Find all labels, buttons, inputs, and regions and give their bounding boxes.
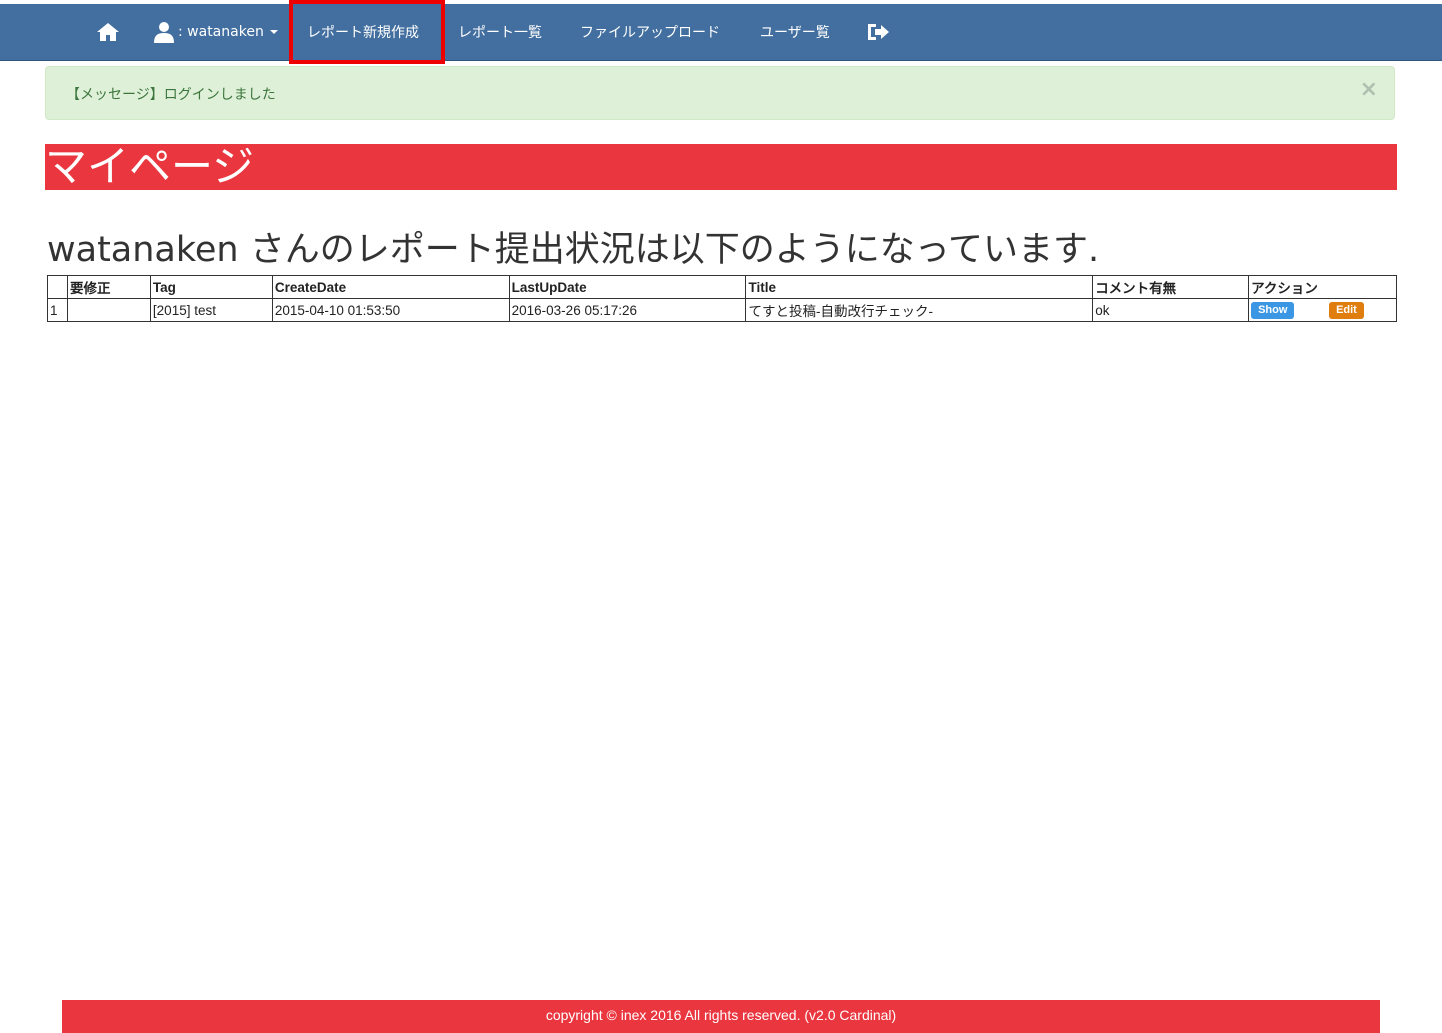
column-header: LastUpDate [508,275,747,299]
table-row: 1 [2015] test 2015-04-10 01:53:50 2016-0… [47,298,1397,322]
cell-title: てすと投稿-自動改行チェック- [745,298,1094,322]
cell-last-update: 2016-03-26 05:17:26 [508,298,747,322]
edit-button[interactable]: Edit [1329,302,1364,319]
status-heading: watanaken さんのレポート提出状況は以下のようになっています. [47,230,1100,270]
cell-actions: Show Edit [1248,298,1397,322]
column-header: CreateDate [271,275,510,299]
column-header: Title [745,275,1094,299]
alert-message: 【メッセージ】ログインしました [66,87,276,103]
cell-fix [66,298,151,322]
column-header: アクション [1248,275,1397,299]
user-name-label: : watanaken [178,24,264,40]
nav-file-upload[interactable]: ファイルアップロード [580,4,720,60]
show-button[interactable]: Show [1251,302,1295,319]
table-header-row: 要修正 Tag CreateDate LastUpDate Title コメント… [47,275,1397,299]
page-title: マイページ [45,144,1397,190]
nav-report-list[interactable]: レポート一覧 [458,4,542,60]
cell-tag: [2015] test [149,298,273,322]
column-header: コメント有無 [1092,275,1250,299]
column-header: 要修正 [66,275,151,299]
chevron-down-icon [269,30,278,34]
sign-out-icon[interactable] [866,4,890,60]
footer: copyright © inex 2016 All rights reserve… [62,1000,1380,1033]
column-header [47,275,68,299]
nav-user-list[interactable]: ユーザー覧 [760,4,830,60]
nav-new-report[interactable]: レポート新規作成 [307,4,419,60]
top-navbar: : watanaken レポート新規作成 レポート一覧 ファイルアップロード ユ… [0,4,1442,61]
home-icon[interactable] [96,4,120,60]
close-icon[interactable]: × [1360,79,1378,101]
report-table: 要修正 Tag CreateDate LastUpDate Title コメント… [47,275,1397,322]
success-alert: 【メッセージ】ログインしました × [45,66,1395,120]
cell-no: 1 [47,298,68,322]
cell-comment: ok [1092,298,1250,322]
user-menu-dropdown[interactable]: : watanaken [153,4,278,60]
column-header: Tag [149,275,273,299]
cell-create-date: 2015-04-10 01:53:50 [271,298,510,322]
user-icon [153,21,175,43]
